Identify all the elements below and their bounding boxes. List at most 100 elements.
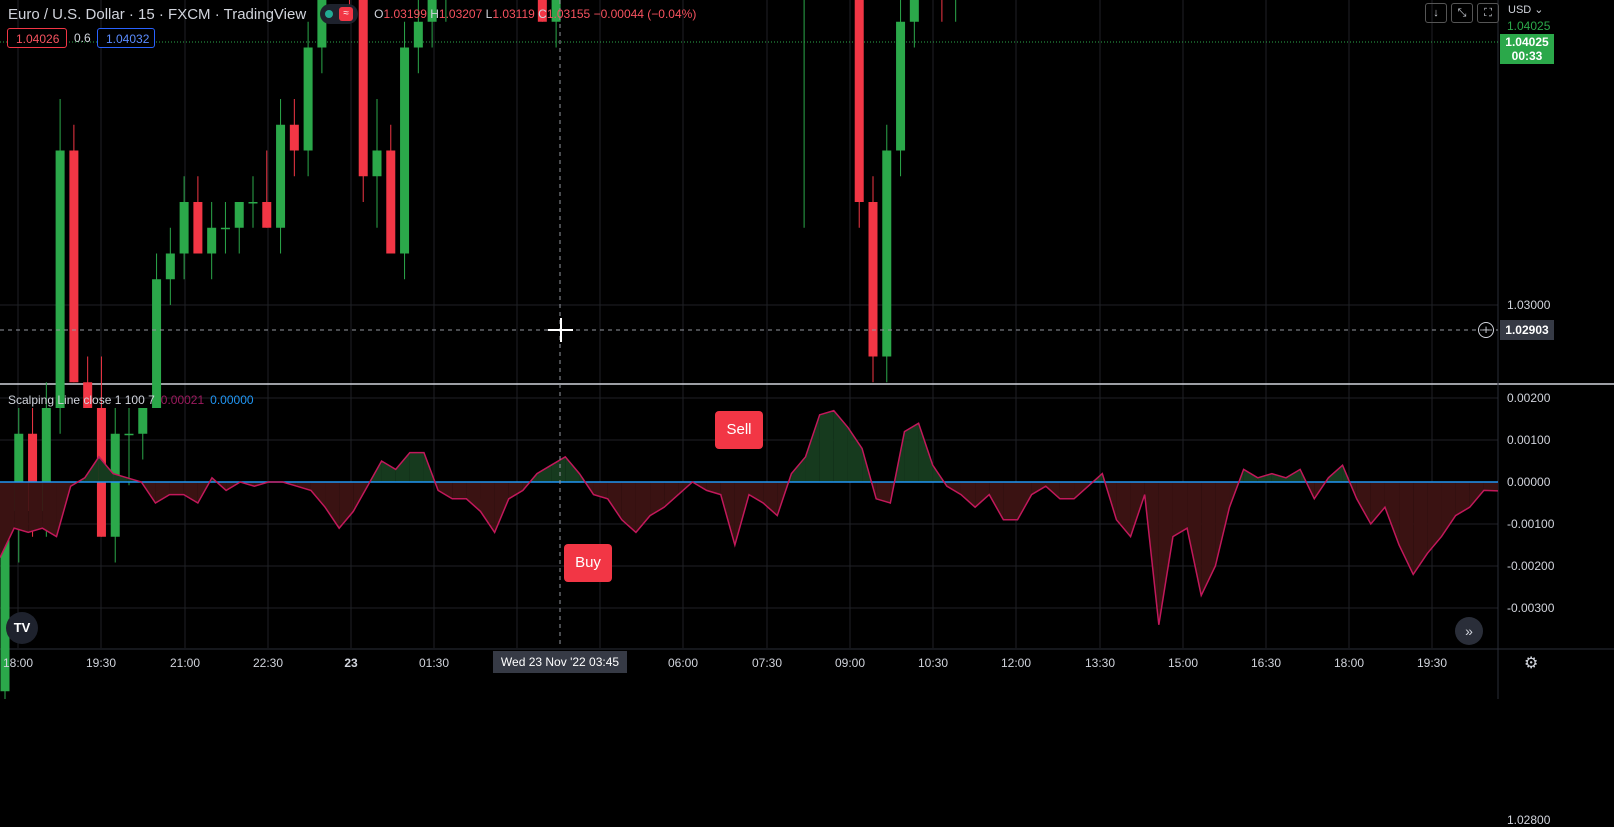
oscillator-fill-positive: [819, 410, 834, 482]
symbol-title[interactable]: Euro / U.S. Dollar · 15 · FXCM · Trading…: [8, 6, 306, 23]
oscillator-fill-negative: [1427, 482, 1442, 554]
scroll-to-realtime-icon[interactable]: »: [1455, 617, 1483, 645]
candle-body: [882, 150, 892, 357]
candle-body: [400, 47, 410, 254]
candle-body: [207, 227, 217, 254]
last-price-label: 1.04025 00:33: [1500, 34, 1554, 64]
market-status[interactable]: ≈: [320, 4, 359, 24]
time-axis-label: 18:00: [1333, 656, 1365, 670]
candle-body: [358, 0, 368, 177]
candle-body: [896, 21, 906, 151]
low-value: 1.03119: [492, 7, 535, 21]
open-value: 1.03199: [383, 7, 427, 21]
oscillator-fill-negative: [438, 482, 453, 499]
price-axis-label: 1.02800: [1507, 813, 1551, 827]
candle-body: [110, 433, 120, 537]
candle-body: [303, 47, 313, 151]
time-axis-label: 09:00: [834, 656, 866, 670]
indicator-value-b: 0.00000: [210, 393, 254, 407]
price-axis-top-label: 1.04025: [1507, 19, 1551, 33]
collapse-icon[interactable]: ⤡: [1451, 3, 1473, 23]
oscillator-fill-negative: [989, 482, 1004, 520]
indicator-axis-label: 0.00200: [1507, 391, 1551, 405]
candle-body: [138, 408, 148, 434]
currency-selector[interactable]: USD ⌄: [1508, 3, 1544, 16]
maximize-icon[interactable]: ⛶: [1477, 3, 1499, 23]
buy-signal-label: Buy: [564, 544, 612, 582]
oscillator-fill-positive: [904, 423, 919, 482]
indicator-legend[interactable]: Scalping Line close 1 100 7 0.00021 0.0000…: [8, 393, 254, 407]
oscillator-fill-negative: [1483, 482, 1498, 491]
time-axis-label: 01:30: [418, 656, 450, 670]
add-alert-icon[interactable]: +: [1478, 322, 1494, 338]
oscillator-fill-negative: [42, 482, 57, 537]
sell-price-button[interactable]: 1.04026: [7, 28, 67, 48]
candle-body: [248, 202, 258, 204]
gear-icon[interactable]: ⚙: [1524, 653, 1538, 673]
oscillator-fill-negative: [508, 482, 523, 499]
candle-body: [55, 150, 65, 408]
oscillator-fill-negative: [310, 482, 326, 508]
oscillator-fill-negative: [960, 482, 976, 508]
oscillator-fill-negative: [28, 482, 43, 533]
oscillator-fill-negative: [749, 482, 764, 503]
candle-body: [165, 253, 175, 280]
indicator-axis-label: 0.00100: [1507, 433, 1551, 447]
oscillator-fill-negative: [763, 482, 778, 516]
candle-body: [854, 0, 864, 202]
oscillator-fill-negative: [1469, 482, 1484, 508]
oscillator-fill-negative: [494, 482, 509, 533]
oscillator-fill-negative: [975, 482, 990, 508]
candle-body: [124, 433, 134, 436]
time-axis-label: 22:30: [252, 656, 284, 670]
indicator-axis-label: 0.00000: [1507, 475, 1551, 489]
oscillator-fill-positive: [381, 461, 396, 482]
oscillator-fill-negative: [664, 482, 679, 508]
time-axis-label: 18:00: [2, 656, 34, 670]
oscillator-fill-positive: [565, 456, 580, 482]
indicator-value-a: 0.00021: [160, 393, 205, 407]
ohlc-values: O1.03199 H1.03207 L1.03119 C1.03155 −0.0…: [374, 7, 697, 21]
oscillator-fill-positive: [847, 427, 863, 482]
crosshair-time-label: Wed 23 Nov '22 03:45: [493, 651, 627, 673]
candle-body: [289, 124, 299, 151]
indicator-axis-label: -0.00200: [1507, 559, 1555, 573]
time-axis-label: 16:30: [1250, 656, 1282, 670]
candle-body: [262, 202, 272, 228]
sell-signal-label: Sell: [715, 411, 763, 449]
time-axis-label: 19:30: [85, 656, 117, 670]
oscillator-fill-negative: [1017, 482, 1032, 520]
tradingview-logo-icon[interactable]: TV: [6, 612, 38, 644]
time-axis-label: 21:00: [169, 656, 201, 670]
candle-body: [220, 227, 230, 230]
oscillator-fill-negative: [621, 482, 636, 533]
oscillator-fill-negative: [452, 482, 467, 499]
oscillator-fill-positive: [791, 456, 806, 482]
time-axis-label: 10:30: [917, 656, 949, 670]
oscillator-fill-positive: [833, 410, 848, 482]
close-value: 1.03155: [546, 7, 591, 21]
crosshair-price-label: 1.02903: [1500, 320, 1554, 340]
symbol-legend: Euro / U.S. Dollar · 15 · FXCM · Trading…: [8, 4, 696, 24]
candle-body: [372, 150, 382, 177]
arrow-down-icon[interactable]: ↓: [1425, 3, 1447, 23]
bar-countdown: 00:33: [1511, 49, 1543, 63]
chart-canvas[interactable]: [0, 0, 1614, 699]
spread-value: 0.6: [74, 31, 91, 45]
candle-body: [386, 150, 396, 254]
high-value: 1.03207: [438, 7, 483, 21]
oscillator-fill-negative: [155, 482, 170, 503]
candle-body: [234, 202, 244, 228]
oscillator-fill-positive: [537, 465, 552, 482]
time-axis-label: 12:00: [1000, 656, 1032, 670]
oscillator-fill-negative: [480, 482, 495, 533]
oscillator-fill-positive: [918, 423, 933, 482]
approx-icon: ≈: [339, 7, 354, 21]
oscillator-fill-negative: [169, 482, 184, 495]
time-axis-label: 15:00: [1167, 656, 1199, 670]
indicator-axis-label: -0.00100: [1507, 517, 1555, 531]
time-axis-label: 19:30: [1416, 656, 1448, 670]
price-axis-label: 1.03000: [1507, 298, 1551, 312]
oscillator-fill-negative: [1003, 482, 1018, 520]
buy-price-button[interactable]: 1.04032: [97, 28, 155, 48]
